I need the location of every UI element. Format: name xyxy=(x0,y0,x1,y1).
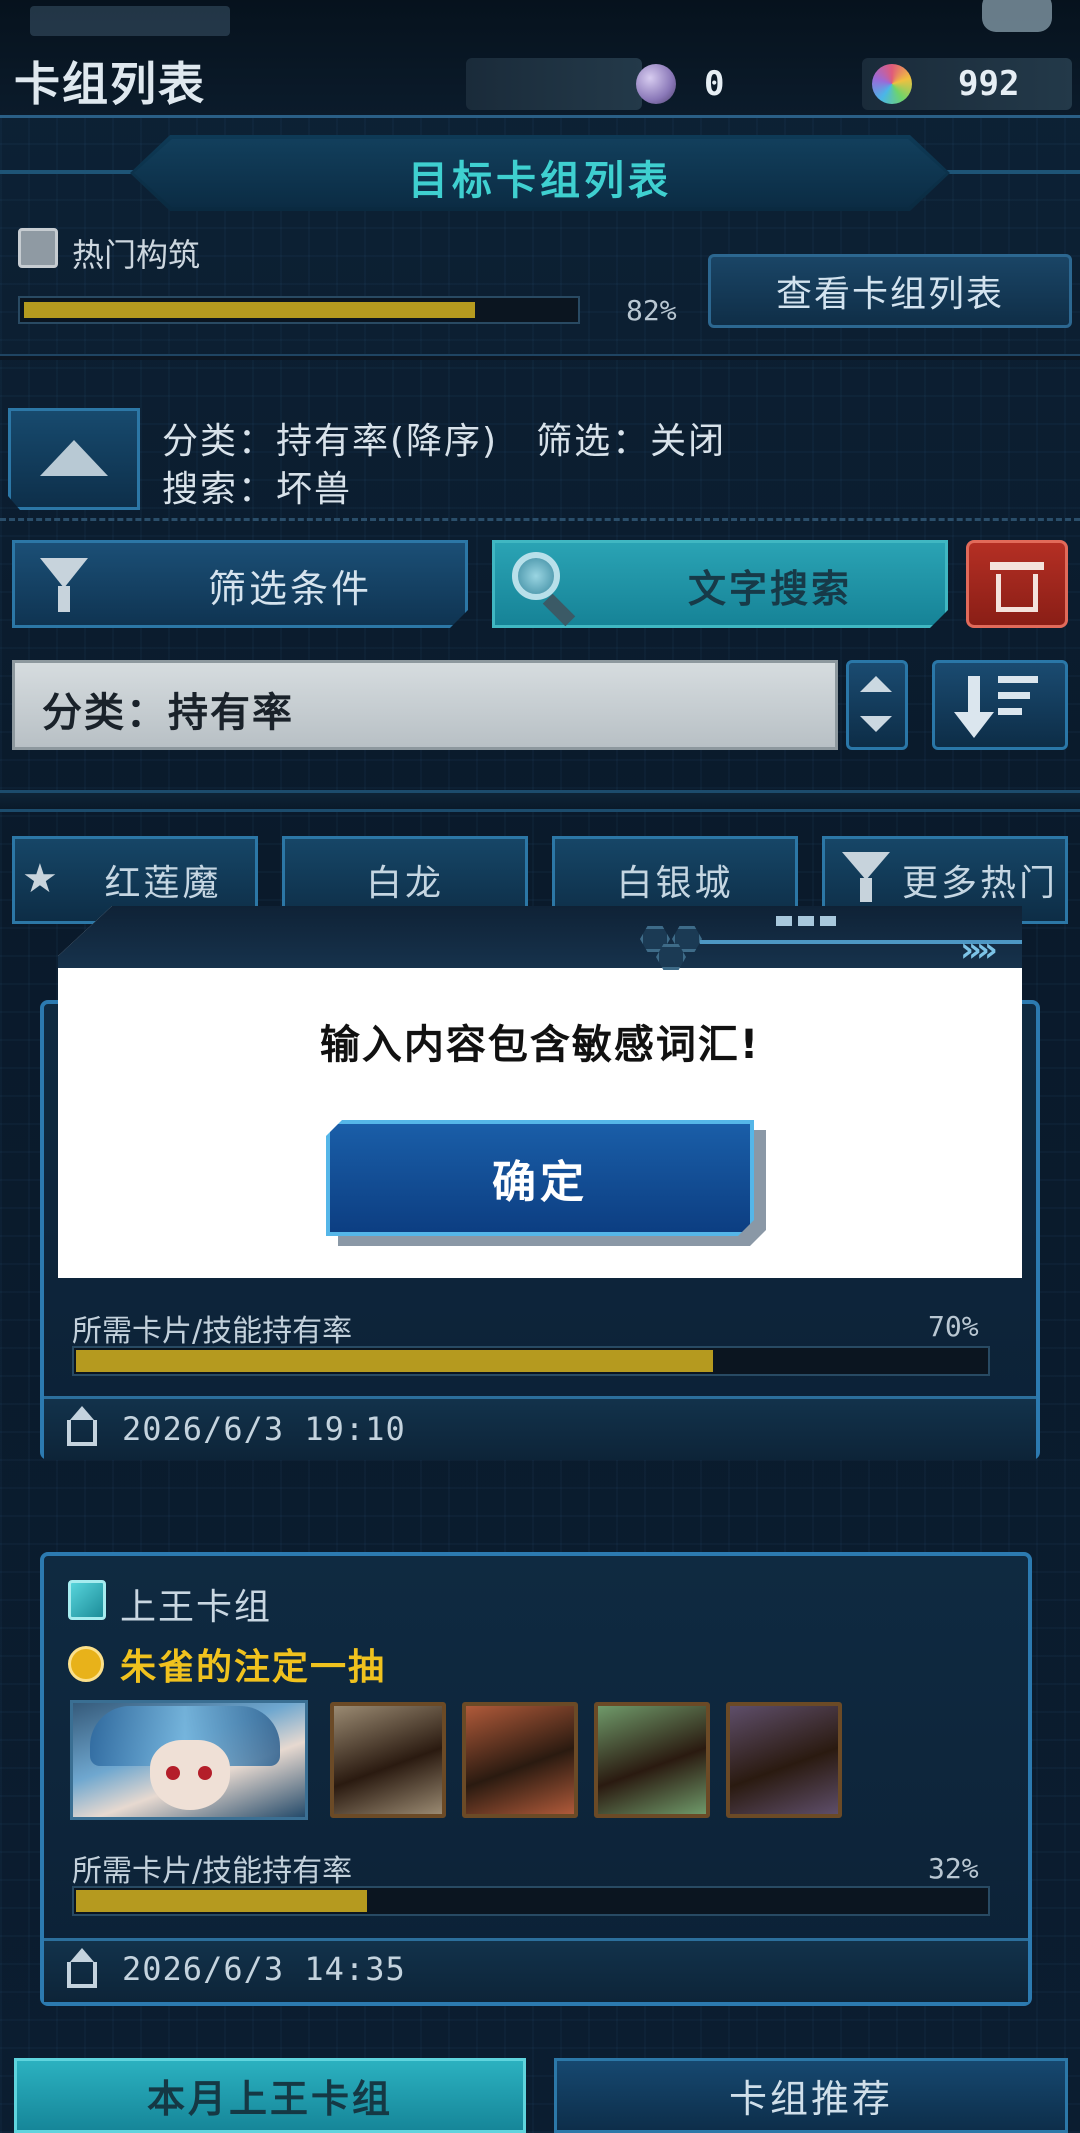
section-divider xyxy=(0,790,1080,812)
dialog-message: 输入内容包含敏感词汇! xyxy=(319,1022,761,1068)
sort-spinner[interactable] xyxy=(846,660,908,750)
rainbow-gem-icon xyxy=(872,64,912,104)
card-thumbnail[interactable] xyxy=(330,1702,446,1818)
triangle-up-icon xyxy=(40,440,108,476)
status-strip xyxy=(30,6,230,36)
deck-title: 上王卡组 xyxy=(120,1587,273,1628)
arrow-down-icon xyxy=(968,676,980,716)
chat-icon[interactable] xyxy=(982,0,1052,32)
upload-tray xyxy=(67,1420,97,1446)
trash-icon xyxy=(990,562,1044,570)
star-icon: ★ xyxy=(22,856,58,902)
upload-tray xyxy=(67,1962,97,1988)
avatar-eye xyxy=(198,1766,212,1780)
chevron-up-icon xyxy=(860,676,892,692)
page-title: 卡组列表 xyxy=(14,57,206,111)
sort-select-value: 分类：持有率 xyxy=(42,690,294,736)
chevron-right-icon: »» xyxy=(960,930,998,970)
trash-icon-body xyxy=(996,574,1038,612)
dashed-divider xyxy=(0,518,1080,521)
requirement-fill xyxy=(76,1890,367,1912)
dialog-header xyxy=(58,906,1022,968)
avatar-face xyxy=(150,1740,230,1810)
deck-date: 2026/6/3 14:35 xyxy=(122,1950,406,1988)
upload-icon xyxy=(70,1948,94,1962)
dialog-decor-dots xyxy=(776,916,836,926)
funnel-stem xyxy=(860,878,872,902)
gem-count: 992 xyxy=(958,64,1020,104)
card-thumbnail[interactable] xyxy=(594,1702,710,1818)
requirement-fill xyxy=(76,1350,713,1372)
tab-monthly-top-decks[interactable]: 本月上王卡组 xyxy=(14,2058,526,2133)
tag-label: 白银城 xyxy=(616,863,734,904)
upload-icon xyxy=(70,1406,94,1420)
requirement-percent: 32% xyxy=(928,1852,979,1885)
popular-percent: 82% xyxy=(626,294,677,327)
banner-title: 目标卡组列表 xyxy=(408,158,672,204)
tag-label: 白龙 xyxy=(365,863,444,904)
orb-currency-box xyxy=(466,58,642,110)
sort-filter-summary: 分类：持有率(降序) 筛选：关闭 xyxy=(162,421,727,462)
tab-deck-recommend[interactable]: 卡组推荐 xyxy=(554,2058,1068,2133)
requirement-percent: 70% xyxy=(928,1310,979,1343)
orb-count: 0 xyxy=(704,64,725,104)
chevron-down-icon xyxy=(860,716,892,732)
requirement-label: 所需卡片/技能持有率 xyxy=(72,1314,353,1349)
skill-icon xyxy=(68,1646,104,1682)
ok-button[interactable]: 确定 xyxy=(326,1120,754,1236)
search-summary: 搜索：坏兽 xyxy=(162,469,353,510)
tag-label: 更多热门 xyxy=(901,863,1058,904)
orb-icon xyxy=(636,64,676,104)
deck-box-icon xyxy=(18,228,58,268)
tag-label: 红莲魔 xyxy=(104,863,222,904)
requirement-label: 所需卡片/技能持有率 xyxy=(72,1854,353,1889)
popular-progress-fill xyxy=(24,302,475,318)
skill-name: 朱雀的注定一抽 xyxy=(120,1647,387,1688)
arrow-down-head xyxy=(954,712,994,738)
text-search-label: 文字搜索 xyxy=(687,567,852,611)
popular-build-label: 热门构筑 xyxy=(72,236,201,274)
card-thumbnail[interactable] xyxy=(462,1702,578,1818)
funnel-icon xyxy=(842,852,890,880)
divider xyxy=(0,354,1080,360)
view-deck-list-button[interactable]: 查看卡组列表 xyxy=(708,254,1072,328)
list-lines-icon xyxy=(998,676,1038,724)
avatar-eye xyxy=(166,1766,180,1780)
card-thumbnail[interactable] xyxy=(726,1702,842,1818)
deck-box-icon xyxy=(68,1580,106,1620)
filter-button-label: 筛选条件 xyxy=(207,567,372,611)
deck-date: 2026/6/3 19:10 xyxy=(122,1410,406,1448)
